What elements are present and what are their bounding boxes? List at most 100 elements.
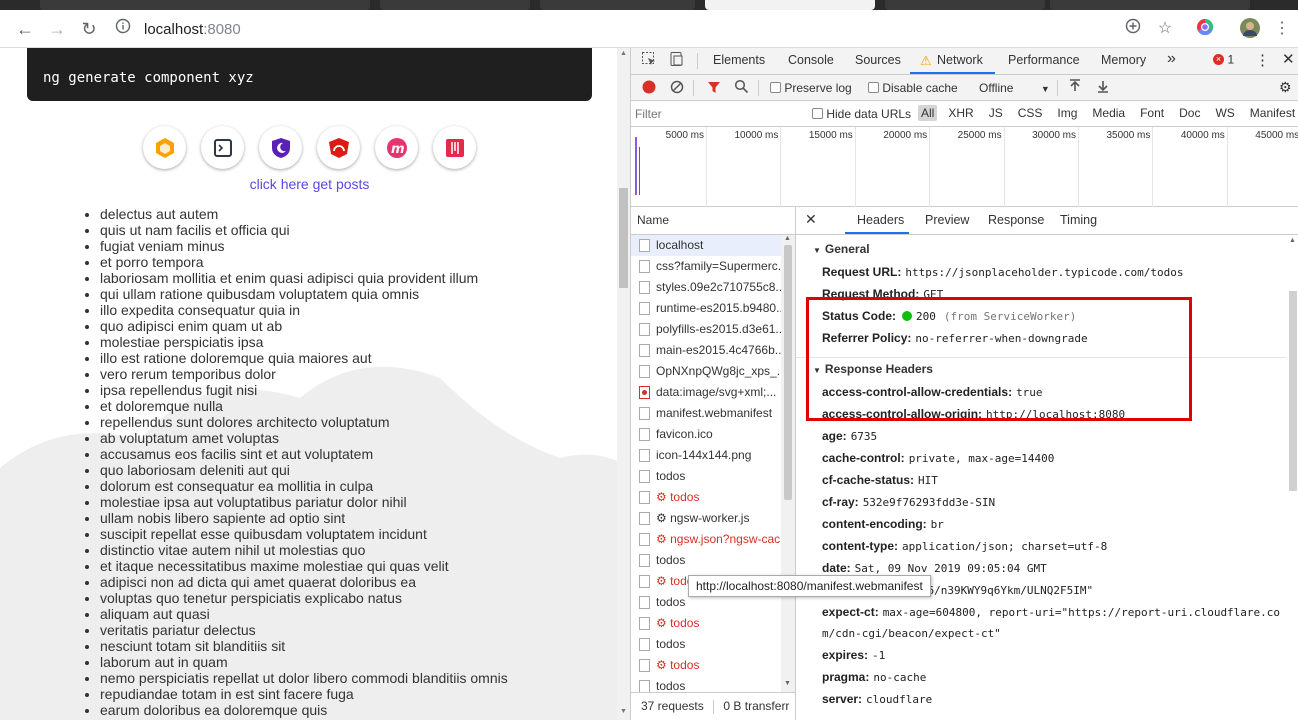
type-filter-manifest[interactable]: Manifest [1247, 105, 1298, 121]
throttle-select[interactable]: Offline ▼ [979, 81, 1050, 95]
request-row[interactable]: icon-144x144.png [631, 445, 781, 466]
detail-scrollbar-thumb[interactable] [1289, 291, 1297, 491]
file-icon [639, 470, 650, 483]
plus-circle-icon[interactable] [1122, 18, 1144, 40]
avatar[interactable] [1239, 18, 1261, 40]
name-column-header[interactable]: Name [631, 207, 796, 235]
hide-data-urls-checkbox[interactable]: Hide data URLs [812, 107, 911, 121]
divider [693, 80, 694, 96]
scroll-up-icon[interactable]: ▲ [619, 50, 628, 57]
tab-console[interactable]: Console [788, 53, 834, 67]
tab-memory[interactable]: Memory [1101, 53, 1146, 67]
type-filter-ws[interactable]: WS [1212, 105, 1237, 121]
request-list-scrollbar-thumb[interactable] [784, 245, 792, 500]
tab-response[interactable]: Response [988, 213, 1044, 227]
filter-input[interactable] [635, 105, 799, 123]
request-row[interactable]: manifest.webmanifest [631, 403, 781, 424]
type-filter-js[interactable]: JS [986, 105, 1006, 121]
tab-performance[interactable]: Performance [1008, 53, 1080, 67]
request-list-scrollbar[interactable]: ▲ ▼ [781, 235, 795, 692]
shield-moon-logo[interactable] [259, 126, 302, 169]
general-section-toggle[interactable]: ▼ General [813, 242, 870, 256]
type-filter-media[interactable]: Media [1089, 105, 1128, 121]
request-row[interactable]: ⚙ todos [631, 613, 781, 634]
scroll-down-icon[interactable]: ▼ [784, 680, 791, 687]
devtools-menu-icon[interactable]: ⋮ [1255, 51, 1270, 69]
browser-tab[interactable] [380, 0, 530, 10]
chrome-extension-icon[interactable] [1194, 18, 1216, 40]
preserve-log-checkbox[interactable]: Preserve log [770, 81, 852, 95]
browser-tab-active[interactable] [705, 0, 875, 10]
request-row[interactable]: ⚙ todos [631, 655, 781, 676]
request-row[interactable]: runtime-es2015.b9480... [631, 298, 781, 319]
terminal-logo[interactable] [201, 126, 244, 169]
badge-logo[interactable] [143, 126, 186, 169]
type-filter-css[interactable]: CSS [1015, 105, 1046, 121]
scroll-up-icon[interactable]: ▲ [1289, 237, 1296, 244]
tab-headers[interactable]: Headers [857, 213, 904, 227]
request-row[interactable]: todos [631, 634, 781, 655]
type-filter-xhr[interactable]: XHR [945, 105, 976, 121]
disable-cache-checkbox[interactable]: Disable cache [868, 81, 958, 95]
error-badge[interactable]: × 1 [1213, 52, 1234, 67]
filter-icon[interactable] [707, 80, 721, 97]
request-row[interactable]: main-es2015.4c4766b... [631, 340, 781, 361]
address-bar[interactable]: localhost:8080 [112, 15, 1112, 43]
request-row[interactable]: polyfills-es2015.d3e61... [631, 319, 781, 340]
reload-icon[interactable]: ↻ [77, 17, 101, 41]
browser-tab[interactable] [540, 0, 695, 10]
request-row[interactable]: todos [631, 466, 781, 487]
tab-timing[interactable]: Timing [1060, 213, 1097, 227]
request-row[interactable]: ⚙ ngsw.json?ngsw-cac... [631, 529, 781, 550]
type-filter-font[interactable]: Font [1137, 105, 1167, 121]
record-icon[interactable] [642, 80, 656, 97]
back-icon[interactable]: ← [13, 17, 37, 41]
close-icon[interactable]: ✕ [805, 211, 817, 228]
type-filter-img[interactable]: Img [1054, 105, 1080, 121]
request-row[interactable]: todos [631, 550, 781, 571]
type-filter-all[interactable]: All [918, 105, 938, 121]
request-row[interactable]: styles.09e2c710755c8... [631, 277, 781, 298]
tab-sources[interactable]: Sources [855, 53, 901, 67]
search-icon[interactable] [734, 79, 749, 97]
tab-elements[interactable]: Elements [713, 53, 765, 67]
tab-network[interactable]: Network [937, 53, 983, 67]
page-scrollbar-thumb[interactable] [619, 188, 628, 288]
network-overview-timeline[interactable]: 5000 ms 10000 ms 15000 ms 20000 ms 25000 ms 3… [631, 127, 1298, 207]
page-scrollbar[interactable]: ▲ ▼ [617, 48, 630, 720]
info-icon[interactable] [112, 18, 134, 40]
close-devtools-icon[interactable]: ✕ [1282, 50, 1295, 68]
request-row[interactable]: OpNXnpQWg8jc_xps_... [631, 361, 781, 382]
header-value: 6735 [850, 430, 878, 443]
clear-icon[interactable] [670, 80, 684, 97]
export-har-icon[interactable] [1096, 79, 1110, 96]
settings-icon[interactable]: ⚙ [1279, 79, 1292, 96]
request-name: css?family=Supermerc... [656, 259, 781, 273]
request-row[interactable]: ⚙ ngsw-worker.js [631, 508, 781, 529]
request-row[interactable]: ⚙ todos [631, 487, 781, 508]
import-har-icon[interactable] [1068, 79, 1082, 96]
request-row[interactable]: data:image/svg+xml;... [631, 382, 781, 403]
tab-preview[interactable]: Preview [925, 213, 969, 227]
inspect-icon[interactable] [641, 51, 657, 70]
device-toggle-icon[interactable] [668, 51, 684, 70]
scroll-up-icon[interactable]: ▲ [784, 235, 791, 242]
request-row[interactable]: localhost [631, 235, 781, 256]
list-item: molestiae ipsa aut voluptatibus pariatur… [100, 494, 508, 510]
star-icon[interactable]: ☆ [1154, 18, 1176, 40]
scroll-down-icon[interactable]: ▼ [619, 708, 628, 715]
request-row[interactable]: favicon.ico [631, 424, 781, 445]
browser-tab[interactable] [885, 0, 1045, 10]
browser-tab[interactable] [40, 0, 370, 10]
forward-icon[interactable]: → [45, 17, 69, 41]
detail-scrollbar[interactable]: ▲ [1286, 235, 1298, 720]
request-row[interactable]: css?family=Supermerc... [631, 256, 781, 277]
posts-link[interactable]: click here get posts [0, 176, 619, 192]
browser-tab[interactable] [1050, 0, 1250, 10]
angular-shield-logo[interactable] [317, 126, 360, 169]
m-logo[interactable]: m [375, 126, 418, 169]
kebab-menu-icon[interactable]: ⋮ [1271, 18, 1293, 40]
brand-logo[interactable] [433, 126, 476, 169]
type-filter-doc[interactable]: Doc [1176, 105, 1203, 121]
more-tabs-icon[interactable]: » [1167, 50, 1176, 68]
